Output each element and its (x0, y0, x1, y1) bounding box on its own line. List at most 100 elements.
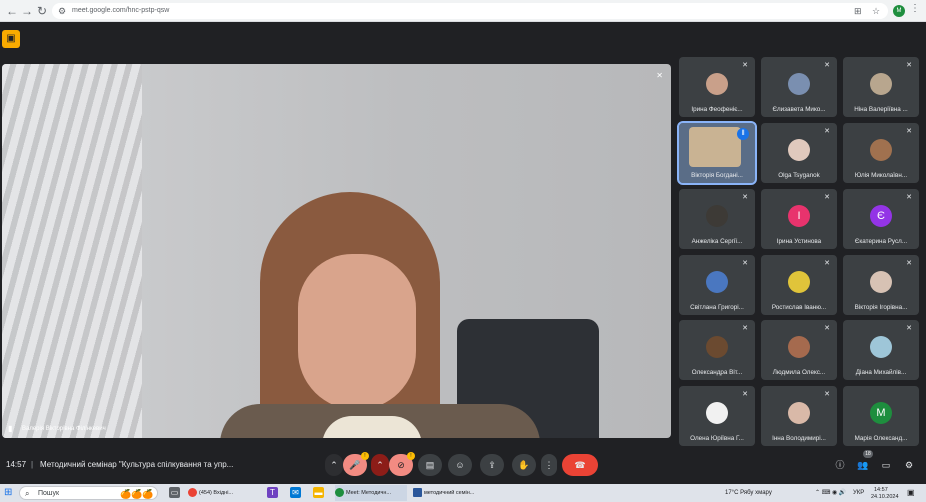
meeting-time: 14:57 (6, 460, 27, 469)
meeting-title: Методичний семінар "Культура спілкування… (40, 460, 234, 469)
participant-avatar (706, 73, 728, 95)
participant-name: Людмила Олекс... (772, 369, 826, 376)
participant-avatar (788, 139, 810, 161)
clock-date[interactable]: 24.10.2024 (871, 492, 899, 502)
info-icon[interactable]: ⓘ (833, 458, 847, 472)
site-info-icon[interactable]: ⚙ (58, 6, 68, 16)
participant-name: Юлія Миколаївн... (854, 172, 908, 179)
participant-tile[interactable]: М Марія Олександ... (843, 386, 919, 446)
participant-tile[interactable]: ✕ Вікторія Ігорівна... (843, 255, 919, 315)
speaking-indicator-icon: ⦀ (737, 128, 749, 140)
participant-tile[interactable]: ✕ Анжеліка Сергії... (679, 189, 755, 249)
raise-hand-button[interactable]: ✋ (512, 454, 536, 476)
participant-avatar (788, 73, 810, 95)
participant-avatar (870, 139, 892, 161)
more-vert-icon: ⋮ (544, 460, 554, 470)
participant-tile[interactable]: ⦀ Вікторія Богдані... (677, 121, 757, 185)
present-button[interactable]: ⇪ (480, 454, 504, 476)
participant-avatar (706, 402, 728, 424)
url-text[interactable]: meet.google.com/hnc-pstp-qsw (72, 5, 169, 17)
participant-name: Інна Володимирі... (772, 435, 826, 442)
captions-icon: ▤ (425, 460, 435, 470)
taskbar-search[interactable]: ⌕ Пошук 🍊🍊🍊 (19, 486, 158, 500)
participant-tile[interactable]: ✕ Олена Юріївна Г... (679, 386, 755, 446)
main-speaker-name: Валерія Вікторівна Філінкевич (22, 426, 106, 432)
participant-avatar (788, 402, 810, 424)
mic-off-icon: ✕ (906, 325, 912, 332)
star-icon[interactable]: ☆ (872, 5, 880, 17)
emoji-icon: ☺ (455, 460, 465, 470)
window-blinds (2, 64, 142, 438)
chrome-icon (188, 488, 197, 498)
participant-tile[interactable]: ✕ Ростислав Іваню... (761, 255, 837, 315)
mic-off-icon: ✕ (824, 260, 830, 267)
camera-options-button[interactable]: ⌃ (371, 454, 389, 476)
teams-icon[interactable]: T (267, 487, 278, 498)
participant-tile[interactable]: І ✕ Ірина Устинова (761, 189, 837, 249)
participant-name: Ніна Валеріївна ... (854, 106, 908, 113)
profile-avatar[interactable]: М (893, 5, 905, 17)
participant-tile[interactable]: ✕ Інна Володимирі... (761, 386, 837, 446)
back-icon[interactable]: ← (4, 3, 20, 19)
pin-icon[interactable]: ▮ (8, 424, 12, 433)
mic-off-icon: ✕ (906, 194, 912, 201)
chat-icon[interactable]: ▭ (879, 458, 893, 472)
keyboard-language[interactable]: УКР (853, 488, 864, 498)
word-icon (413, 488, 422, 498)
captions-button[interactable]: ▤ (418, 454, 442, 476)
participant-name: Діана Михайлів... (855, 369, 907, 376)
browser-menu-icon[interactable]: ⋮ (910, 3, 920, 14)
participant-name: Олена Юріївна Г... (690, 435, 744, 442)
forward-icon[interactable]: → (19, 3, 35, 19)
participant-avatar (870, 271, 892, 293)
participant-tile[interactable]: Є ✕ Єкатерина Русл... (843, 189, 919, 249)
mic-icon: 🎤 (349, 460, 361, 470)
mic-toggle-button[interactable]: 🎤 ! (343, 452, 369, 476)
participant-name: Світлана Григорі... (690, 304, 744, 311)
participant-name: Вікторія Ігорівна... (854, 304, 908, 311)
task-view-icon[interactable]: ▭ (169, 487, 180, 498)
participant-tile[interactable]: ✕ Людмила Олекс... (761, 320, 837, 380)
notifications-icon[interactable]: ▣ (907, 488, 915, 498)
mic-off-icon: ✕ (824, 194, 830, 201)
taskbar-app-word[interactable]: методичний семін... (413, 485, 485, 501)
participant-avatar (706, 336, 728, 358)
participant-tile[interactable]: ✕ Юлія Миколаївн... (843, 123, 919, 183)
windows-start-icon[interactable]: ⊞ (4, 487, 15, 498)
address-bar[interactable]: ⚙ meet.google.com/hnc-pstp-qsw ⊞ ☆ (52, 3, 888, 19)
participant-tile[interactable]: ✕ Діана Михайлів... (843, 320, 919, 380)
participant-name: Марія Олександ... (854, 435, 908, 442)
weather-widget[interactable]: 17°C Рябу хмару (725, 488, 772, 498)
participant-name: Єлизавета Мико... (772, 106, 826, 113)
speaker-collar (322, 416, 422, 438)
more-options-button[interactable]: ⋮ (541, 454, 557, 476)
mic-options-button[interactable]: ⌃ (325, 454, 343, 476)
taskbar-app-meet[interactable]: Meet: Методичн... (335, 485, 407, 501)
mail-icon[interactable]: ✉ (290, 487, 301, 498)
participant-tile[interactable]: ✕ Ніна Валеріївна ... (843, 57, 919, 117)
participant-avatar (870, 73, 892, 95)
file-explorer-icon[interactable]: ▬ (313, 487, 324, 498)
participant-name: Олександра Віт... (691, 369, 743, 376)
participant-tile[interactable]: ✕ Olga Tsyganok (761, 123, 837, 183)
meet-app-icon[interactable]: ▣ (2, 30, 20, 48)
reload-icon[interactable]: ↻ (34, 3, 50, 19)
mic-off-icon: ✕ (742, 194, 748, 201)
participant-tile[interactable]: ✕ Єлизавета Мико... (761, 57, 837, 117)
camera-off-icon: ⊘ (397, 460, 405, 470)
tray-icons[interactable]: ⌃ ⌨ ◉ 🔊 (815, 488, 846, 498)
hangup-icon: ☎ (574, 460, 586, 470)
people-count-badge: 18 (863, 450, 873, 458)
camera-toggle-button[interactable]: ⊘ ! (389, 452, 415, 476)
participant-tile[interactable]: ✕ Світлана Григорі... (679, 255, 755, 315)
activities-icon[interactable]: ⚙ (902, 458, 916, 472)
participant-avatar (706, 205, 728, 227)
emoji-button[interactable]: ☺ (448, 454, 472, 476)
participant-tile[interactable]: ✕ Ірина Феофеніє... (679, 57, 755, 117)
participant-name: Olga Tsyganok (778, 172, 820, 179)
leave-call-button[interactable]: ☎ (562, 454, 598, 476)
participant-tile[interactable]: ✕ Олександра Віт... (679, 320, 755, 380)
translate-icon[interactable]: ⊞ (854, 5, 862, 17)
people-icon[interactable]: 👥 (856, 458, 870, 472)
taskbar-app-chrome-mail[interactable]: (454) Вхідні... (188, 485, 258, 501)
